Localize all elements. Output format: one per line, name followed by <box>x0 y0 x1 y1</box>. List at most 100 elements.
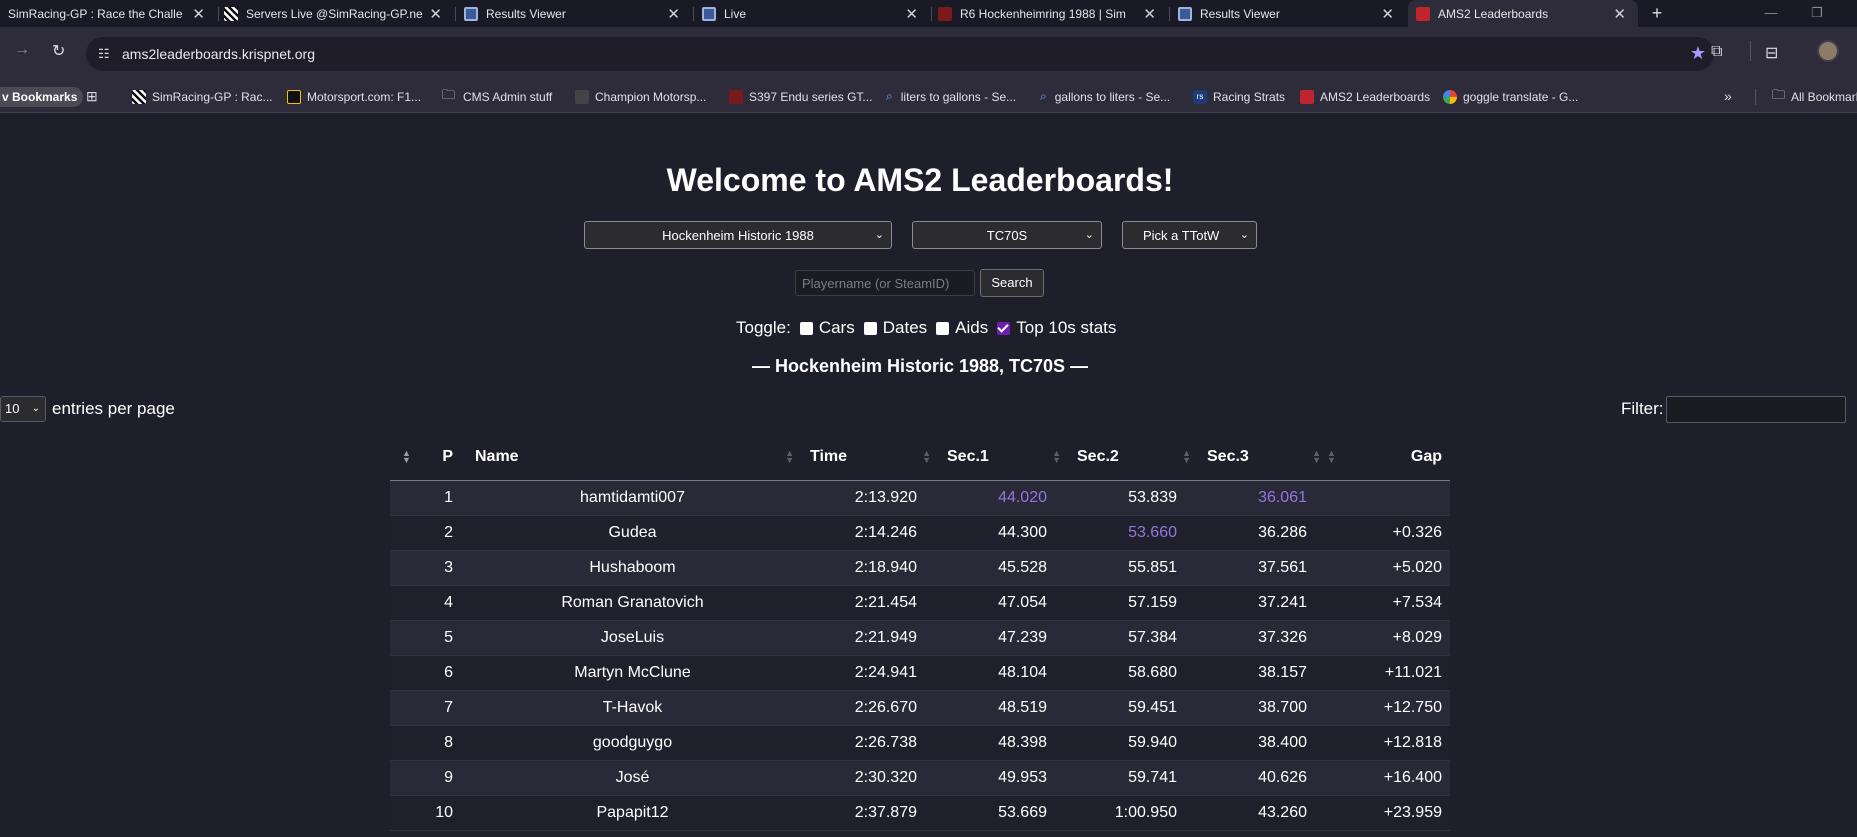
browser-toolbar: → ↻ ☷ ams2leaderboards.krispnet.org ★ ⧉ … <box>0 27 1857 82</box>
aids-toggle-label: Aids <box>955 318 989 337</box>
tab-search-icon[interactable]: ⊟ <box>1765 43 1778 63</box>
bookmarks-folder-pill[interactable]: v Bookmarks <box>0 87 84 107</box>
bookmark-motorsport[interactable]: Motorsport.com: F1... <box>287 82 421 111</box>
sector3-cell: 38.400 <box>1197 725 1327 761</box>
champion-logo-icon <box>575 89 589 104</box>
checkered-flag-icon <box>224 6 238 21</box>
tab-simracing-gp[interactable]: SimRacing-GP : Race the Challe ✕ <box>0 0 217 27</box>
driver-name-cell: Hushaboom <box>465 550 800 586</box>
sort-arrows-icon: ▲ ▼ <box>922 448 931 465</box>
restore-window-icon[interactable]: ❐ <box>1797 0 1837 27</box>
sector2-cell: 53.660 <box>1067 515 1197 551</box>
cars-checkbox[interactable] <box>799 321 813 335</box>
tab-ams2-leaderboards[interactable]: AMS2 Leaderboards ✕ <box>1408 0 1638 27</box>
leaderboard-subtitle: — Hockenheim Historic 1988, TC70S — <box>751 356 1089 376</box>
reload-icon[interactable]: ↻ <box>52 41 65 61</box>
close-tab-icon[interactable]: ✕ <box>1143 5 1156 23</box>
extensions-puzzle-icon[interactable]: ⧉ <box>1711 43 1722 61</box>
sector2-cell: 57.159 <box>1067 585 1197 621</box>
close-tab-icon[interactable]: ✕ <box>1613 5 1626 23</box>
position-cell: 5 <box>390 620 465 656</box>
column-header-time[interactable]: Time ▲ ▼ <box>800 434 937 481</box>
sector2-cell: 53.839 <box>1067 480 1197 516</box>
folder-icon: 🗀 <box>442 86 456 102</box>
google-logo-icon <box>1443 89 1457 104</box>
bookmark-gallons-to-liters[interactable]: ⌕ gallons to liters - Se... <box>1040 82 1170 111</box>
close-tab-icon[interactable]: ✕ <box>667 5 680 23</box>
bookmark-champion-motorsport[interactable]: Champion Motorsp... <box>575 82 706 111</box>
sector2-cell: 57.384 <box>1067 620 1197 656</box>
table-row: 5 JoseLuis 2:21.949 47.239 57.384 37.326 +8.02… <box>390 620 1450 656</box>
column-header-p[interactable]: ▲ ▼ P <box>390 434 465 481</box>
column-header-gap[interactable]: ▲ ▼ Gap <box>1327 434 1450 481</box>
address-bar[interactable]: ☷ ams2leaderboards.krispnet.org ★ <box>86 37 1714 71</box>
column-header-name[interactable]: Name ▲ ▼ <box>465 434 800 481</box>
aids-checkbox[interactable] <box>936 321 950 335</box>
bookmark-ams2-leaderboards[interactable]: AMS2 Leaderboards <box>1300 82 1430 111</box>
table-row: 10 Papapit12 2:37.879 53.669 1:00.950 43.260 +… <box>390 795 1450 831</box>
tab-servers-live[interactable]: Servers Live @SimRacing-GP.ne ✕ <box>222 0 454 27</box>
sector1-cell: 44.300 <box>937 515 1067 551</box>
sector1-cell: 53.669 <box>937 795 1067 831</box>
bookmark-s397-endu[interactable]: S397 Endu series GT... <box>729 82 872 111</box>
forward-arrow-icon[interactable]: → <box>14 41 30 59</box>
close-tab-icon[interactable]: ✕ <box>905 5 918 23</box>
column-header-sec2[interactable]: Sec.2 ▲ ▼ <box>1067 434 1197 481</box>
column-header-sec1[interactable]: Sec.1 ▲ ▼ <box>937 434 1067 481</box>
new-tab-button[interactable]: + <box>1647 0 1667 27</box>
tab-results-viewer-2[interactable]: Results Viewer ✕ <box>1174 0 1406 27</box>
ttotw-select[interactable]: Pick a TTotW ⌄ <box>1122 221 1257 249</box>
lap-time-cell: 2:13.920 <box>800 480 937 516</box>
gap-cell: +16.400 <box>1327 760 1450 796</box>
table-row: 8 goodguygo 2:26.738 48.398 59.940 38.400 +12.… <box>390 725 1450 761</box>
profile-avatar[interactable] <box>1817 40 1839 62</box>
driver-name-cell: José <box>465 760 800 796</box>
bookmark-star-icon[interactable]: ★ <box>1690 43 1706 64</box>
sector1-cell: 48.519 <box>937 690 1067 726</box>
gap-cell: +12.818 <box>1327 725 1450 761</box>
ams2-leaderboards-icon <box>1300 89 1314 104</box>
bookmark-racing-strats[interactable]: rs Racing Strats <box>1193 82 1285 111</box>
bookmark-label: Champion Motorsp... <box>595 89 707 104</box>
class-select[interactable]: TC70S ⌄ <box>912 221 1102 249</box>
tab-r6-hockenheimring[interactable]: R6 Hockenheimring 1988 | Sim ✕ <box>936 0 1168 27</box>
column-header-sec3[interactable]: Sec.3 ▲ ▼ <box>1197 434 1327 481</box>
chevron-down-icon: ⌄ <box>874 229 884 241</box>
sort-arrows-icon: ▲ ▼ <box>1327 448 1336 465</box>
close-tab-icon[interactable]: ✕ <box>192 5 205 23</box>
motorsport-logo-icon <box>287 89 301 104</box>
search-icon: ⌕ <box>886 89 893 103</box>
bookmark-google-translate[interactable]: goggle translate - G... <box>1443 82 1578 111</box>
tab-live[interactable]: Live ✕ <box>698 0 930 27</box>
sector1-cell: 44.020 <box>937 480 1067 516</box>
site-settings-icon[interactable]: ☷ <box>98 46 110 62</box>
tab-results-viewer[interactable]: Results Viewer ✕ <box>460 0 692 27</box>
bookmark-simracing-gp[interactable]: SimRacing-GP : Rac... <box>132 82 272 111</box>
top10-stats-checkbox[interactable] <box>997 321 1011 335</box>
minimize-window-icon[interactable]: — <box>1751 0 1791 27</box>
ams2-leaderboards-icon <box>1416 6 1430 21</box>
table-row: 1 hamtidamti007 2:13.920 44.020 53.839 36.061 <box>390 480 1450 516</box>
position-cell: 7 <box>390 690 465 726</box>
filter-input[interactable] <box>1666 396 1846 423</box>
simracing-logo-icon <box>729 89 743 104</box>
apps-grid-icon[interactable]: ⊞ <box>86 88 98 105</box>
bookmark-cms-admin[interactable]: 🗀 CMS Admin stuff <box>442 82 552 111</box>
more-bookmarks-chevron-icon[interactable]: » <box>1724 88 1732 104</box>
column-header-label: Sec.2 <box>1077 447 1119 465</box>
driver-name-cell: Roman Granatovich <box>465 585 800 621</box>
dates-checkbox[interactable] <box>863 321 877 335</box>
track-select[interactable]: Hockenheim Historic 1988 ⌄ <box>584 221 892 249</box>
close-tab-icon[interactable]: ✕ <box>429 5 442 23</box>
search-button[interactable]: Search <box>980 269 1044 297</box>
bookmark-liters-to-gallons[interactable]: ⌕ liters to gallons - Se... <box>886 82 1016 111</box>
player-search-input[interactable] <box>795 270 975 296</box>
table-row: 7 T-Havok 2:26.670 48.519 59.451 38.700 +12.75… <box>390 690 1450 726</box>
page-content: Welcome to AMS2 Leaderboards! Hockenheim… <box>0 114 1857 837</box>
bookmark-label: liters to gallons - Se... <box>900 89 1017 104</box>
gap-cell: +12.750 <box>1327 690 1450 726</box>
sector3-cell: 37.326 <box>1197 620 1327 656</box>
entries-per-page-select[interactable]: 10 ⌄ <box>0 396 46 422</box>
all-bookmarks-folder[interactable]: 🗀 All Bookmarks <box>1772 82 1857 111</box>
close-tab-icon[interactable]: ✕ <box>1381 5 1394 23</box>
